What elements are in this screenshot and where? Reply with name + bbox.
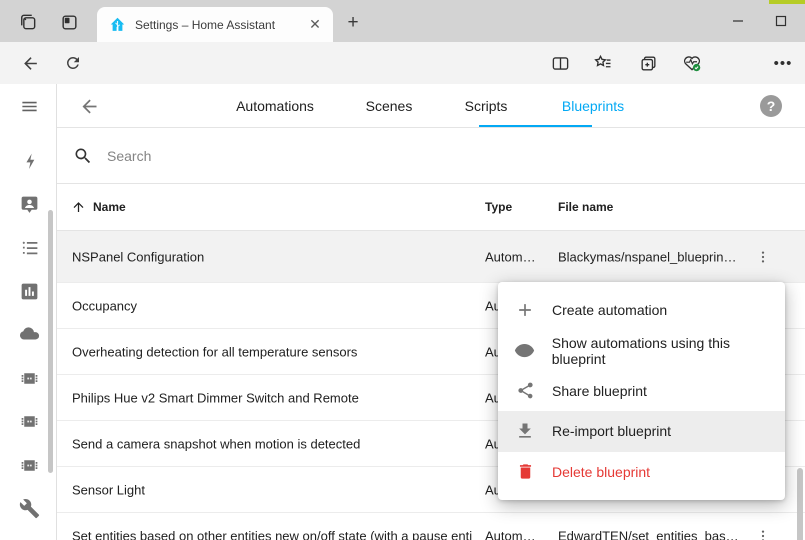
menu-item-share-blueprint[interactable]: Share blueprint [498,371,785,411]
menu-item-label: Create automation [552,302,667,318]
menu-item-delete-blueprint[interactable]: Delete blueprint [498,452,785,492]
active-tab-underline [479,125,592,127]
share-icon [514,380,536,402]
row-name: NSPanel Configuration [72,249,204,264]
sidebar-item-logbook[interactable] [18,237,40,259]
row-file: EdwardTEN/set_entities_bas… [558,528,739,540]
column-header-type[interactable]: Type [485,200,512,214]
search-row [57,128,805,184]
row-type: Autom… [485,249,536,264]
browser-tab-strip: Settings – Home Assistant ✕ + [0,0,805,42]
sidebar-item-device-2[interactable] [18,410,40,432]
help-icon[interactable]: ? [760,95,782,117]
menu-item-label: Re-import blueprint [552,423,671,439]
window-maximize-button[interactable] [771,11,791,31]
search-input[interactable] [107,148,507,164]
split-screen-icon[interactable] [549,52,571,74]
row-name: Sensor Light [72,482,145,497]
browser-tab[interactable]: Settings – Home Assistant ✕ [97,7,333,42]
trash-icon [514,461,536,483]
sidebar-scrollbar[interactable] [48,210,53,473]
browser-window: Settings – Home Assistant ✕ + Not secure… [0,0,805,540]
row-file: Blackymas/nspanel_blueprin… [558,249,736,264]
tab-stacks-icon[interactable] [17,11,39,33]
download-icon [514,420,536,442]
menu-hamburger-icon[interactable] [18,95,40,117]
tab-title: Settings – Home Assistant [135,18,305,32]
ha-header: Automations Scenes Scripts Blueprints [57,84,805,128]
sort-ascending-icon[interactable] [71,200,86,215]
search-icon [73,146,93,166]
tab-close-icon[interactable]: ✕ [305,15,325,35]
browser-toolbar: Not secure homeassistant.local:8123/... … [0,42,805,84]
menu-item-show-automations[interactable]: Show automations using this blueprint [498,330,785,370]
tab-blueprints[interactable]: Blueprints [562,84,624,127]
sidebar-item-settings[interactable] [18,497,40,519]
window-minimize-button[interactable] [728,11,748,31]
menu-item-create-automation[interactable]: Create automation [498,290,785,330]
row-overflow-menu-icon[interactable] [753,247,773,267]
table-row[interactable]: NSPanel Configuration Autom… Blackymas/n… [57,231,805,283]
browser-settings-menu-icon[interactable]: ••• [771,52,795,74]
sidebar-item-energy[interactable] [18,150,40,172]
column-header-name[interactable]: Name [93,200,126,214]
collections-add-icon[interactable] [637,52,659,74]
row-name: Set entities based on other entities new… [72,528,472,540]
table-header-row: Name Type File name [57,184,805,231]
menu-item-label: Delete blueprint [552,464,650,480]
back-icon[interactable] [19,52,41,74]
tab-automations[interactable]: Automations [236,84,314,127]
row-name: Overheating detection for all temperatur… [72,344,357,359]
sidebar-item-device-3[interactable] [18,454,40,476]
browser-essentials-icon[interactable] [681,52,703,74]
row-type: Autom… [485,528,536,540]
tab-scenes[interactable]: Scenes [366,84,413,127]
screen-edge-strip [769,0,805,4]
table-row[interactable]: Set entities based on other entities new… [57,513,805,540]
row-overflow-menu-icon[interactable] [753,526,773,540]
sidebar-item-history[interactable] [18,280,40,302]
menu-item-reimport-blueprint[interactable]: Re-import blueprint [498,411,785,451]
sidebar-item-cloud[interactable] [18,323,40,345]
page-scrollbar[interactable] [797,468,803,540]
row-name: Send a camera snapshot when motion is de… [72,436,360,451]
new-tab-button[interactable]: + [341,11,365,35]
tab-scripts[interactable]: Scripts [465,84,508,127]
sidebar-item-device-1[interactable] [18,367,40,389]
row-name: Occupancy [72,298,137,313]
ha-back-icon[interactable] [77,94,101,118]
refresh-icon[interactable] [62,52,84,74]
column-header-file[interactable]: File name [558,200,613,214]
row-name: Philips Hue v2 Smart Dimmer Switch and R… [72,390,359,405]
plus-icon [514,299,536,321]
blueprint-context-menu: Create automation Show automations using… [498,282,785,500]
menu-item-label: Show automations using this blueprint [552,335,785,367]
toolbar-layout-icon[interactable] [58,11,80,33]
favorites-hub-icon[interactable] [592,52,614,74]
sidebar-item-person[interactable] [18,193,40,215]
ha-favicon [109,16,126,33]
eye-icon [514,340,536,362]
menu-item-label: Share blueprint [552,383,647,399]
